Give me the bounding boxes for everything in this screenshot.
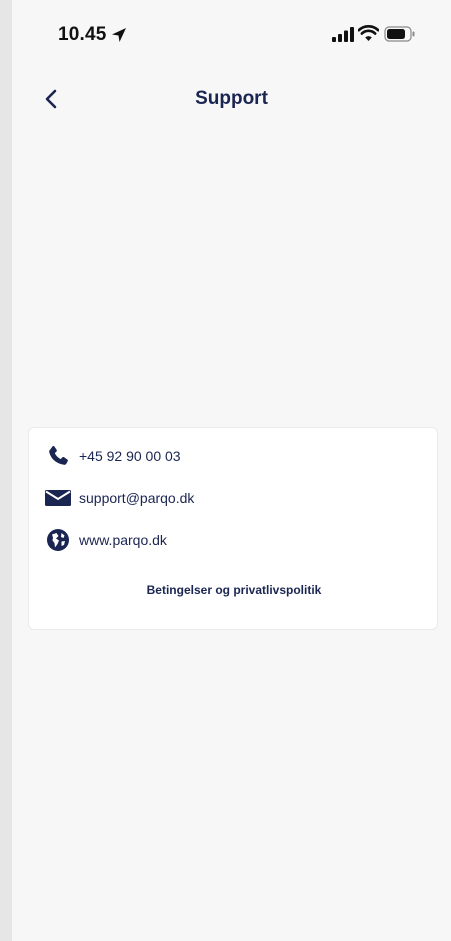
email-address: support@parqo.dk (79, 490, 195, 506)
website-row[interactable]: www.parqo.dk (45, 526, 167, 554)
website-url: www.parqo.dk (79, 532, 167, 548)
battery-icon (384, 26, 415, 42)
support-screen: 10.45 Support +45 92 90 00 03 support@pa… (12, 0, 451, 941)
location-arrow-icon (112, 28, 126, 42)
contact-card: +45 92 90 00 03 support@parqo.dk www.par… (28, 427, 438, 630)
envelope-icon (45, 485, 71, 511)
status-bar: 10.45 (12, 0, 451, 60)
status-time: 10.45 (58, 24, 107, 45)
globe-icon (45, 527, 71, 553)
terms-privacy-link[interactable]: Betingelser og privatlivspolitik (29, 583, 439, 597)
phone-row[interactable]: +45 92 90 00 03 (45, 442, 181, 470)
phone-number: +45 92 90 00 03 (79, 448, 181, 464)
page-title: Support (195, 88, 268, 109)
signal-icon (332, 27, 354, 42)
phone-icon (45, 443, 71, 469)
email-row[interactable]: support@parqo.dk (45, 484, 194, 512)
wifi-icon (358, 25, 379, 41)
